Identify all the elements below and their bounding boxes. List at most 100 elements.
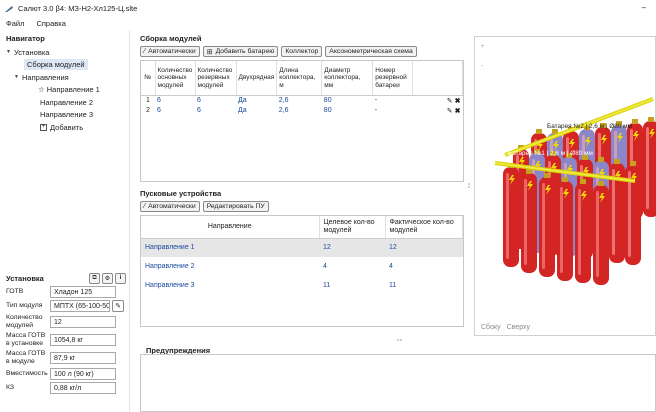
tree-item-directions[interactable]: ▼ Направления: [0, 71, 130, 84]
pencil-icon[interactable]: ✎: [447, 108, 453, 115]
cell[interactable]: -: [373, 95, 413, 106]
table-row[interactable]: 2 6 6 Да 2,6 80 - ✎ ✖: [141, 106, 463, 116]
add-icon: ⊞: [206, 48, 213, 56]
cell[interactable]: Да: [236, 95, 277, 106]
star-icon: ☆: [38, 85, 45, 95]
installation-properties: ГОТВ Хладон 125 Тип модуля МПТХ (65-100-…: [6, 286, 128, 396]
col-header-actions: [412, 61, 463, 96]
prop-row: Количество модулей 12: [6, 314, 128, 330]
gas-cylinder: [643, 117, 656, 217]
gas-cylinder: [557, 177, 573, 281]
collector-button[interactable]: Коллектор: [281, 46, 323, 57]
auto-assembly-button[interactable]: ⁄ Автоматически: [140, 46, 200, 57]
edit-launch-button[interactable]: Редактировать ПУ: [202, 201, 269, 212]
wand-icon: ⁄: [144, 203, 146, 210]
close-icon[interactable]: ✖: [455, 108, 461, 115]
cylinder-scene[interactable]: + - Батарея №2 | 2,6 м | Ø80 мм Батарея …: [475, 37, 656, 327]
minimize-button[interactable]: –: [642, 3, 646, 12]
navigator-title: Навигатор: [6, 34, 45, 43]
tree-item-installation[interactable]: ▼ Установка: [0, 46, 130, 59]
vertical-splitter[interactable]: [464, 30, 474, 330]
chevron-down-icon[interactable]: ▼: [6, 49, 14, 55]
cell: Направление 3: [145, 282, 195, 289]
menu-bar: Файл Справка: [0, 17, 656, 30]
window-title: Салют 3.0 β4: МЗ-Н2-Хл125-Ц.slte: [18, 4, 138, 13]
pencil-icon[interactable]: ✎: [447, 98, 453, 105]
cell: 1: [146, 97, 150, 104]
add-battery-button[interactable]: ⊞ Добавить батарею: [202, 46, 279, 57]
main-area: Сборка модулей ⁄ Автоматически ⊞ Добавить …: [140, 30, 464, 327]
chevron-down-icon[interactable]: ▼: [14, 74, 22, 80]
cell[interactable]: Да: [236, 106, 277, 116]
prop-value: 0,88 кг/л: [50, 382, 116, 394]
cell[interactable]: 2,6: [277, 106, 322, 116]
col-header: Двухрядная: [236, 61, 278, 96]
installation-header: Установка ⧉ ⚙ i: [6, 272, 126, 284]
cell[interactable]: 80: [322, 95, 373, 106]
cell[interactable]: 11: [319, 276, 385, 295]
gear-icon[interactable]: ⚙: [102, 272, 113, 284]
tree-item-direction-1[interactable]: ☆ Направление 1: [0, 84, 130, 97]
table-row[interactable]: 1 6 6 Да 2,6 80 - ✎ ✖: [141, 95, 463, 106]
assembly-toolbar: ⁄ Автоматически ⊞ Добавить батарею Коллект…: [140, 46, 464, 57]
view-side-button[interactable]: Сбоку: [481, 324, 501, 331]
prop-value: 1054,8 кг: [50, 334, 116, 346]
gas-cylinder: [593, 181, 609, 285]
prop-label: Масса ГОТВ в модуле: [6, 350, 46, 365]
3d-viewer[interactable]: + - Батарея №2 | 2,6 м | Ø80 мм Батарея …: [474, 36, 656, 336]
cylinder-group: [503, 117, 656, 285]
table-row[interactable]: Направление 2 4 4: [141, 257, 463, 276]
cell[interactable]: 80: [322, 106, 373, 116]
cell[interactable]: 6: [195, 106, 236, 116]
row-actions: ✎ ✖: [413, 95, 463, 106]
launch-toolbar: ⁄ Автоматически Редактировать ПУ: [140, 201, 464, 212]
cell[interactable]: 4: [319, 257, 385, 276]
axonometric-button[interactable]: Аксонометрическая схема: [325, 46, 417, 57]
tree-item-direction-3[interactable]: Направление 3: [0, 109, 130, 122]
table-row[interactable]: Направление 3 11 11: [141, 276, 463, 295]
cell[interactable]: -: [373, 106, 413, 116]
button-label: Редактировать ПУ: [206, 203, 265, 210]
table-header-row: Направление Целевое кол-во модулей Факти…: [141, 216, 463, 239]
info-icon[interactable]: i: [115, 272, 126, 284]
col-header: Диаметр коллектора, мм: [321, 61, 374, 96]
close-icon[interactable]: ✖: [455, 98, 461, 105]
prop-value: 100 л (90 кг): [50, 368, 116, 380]
prop-row: ГОТВ Хладон 125: [6, 286, 128, 298]
prop-row: Вместимость 100 л (90 кг): [6, 368, 128, 380]
gas-cylinder: [539, 173, 555, 277]
tree-label: Установка: [14, 47, 50, 57]
app-logo-icon: [5, 5, 13, 12]
launch-table-panel: Направление Целевое кол-во модулей Факти…: [140, 215, 464, 327]
auto-launch-button[interactable]: ⁄ Автоматически: [140, 201, 200, 212]
col-header: Направление: [141, 216, 320, 239]
cell[interactable]: 2,6: [277, 95, 322, 106]
row-actions: ✎ ✖: [413, 106, 463, 116]
cell[interactable]: 6: [155, 95, 195, 106]
menu-help[interactable]: Справка: [30, 19, 71, 28]
svg-text:+: +: [481, 44, 485, 50]
button-label: Автоматически: [148, 48, 196, 55]
table-header-row: № Количество основных модулей Количество…: [141, 61, 463, 96]
col-header: Фактическое кол-во модулей: [385, 216, 463, 239]
pencil-icon[interactable]: ✎: [112, 300, 124, 312]
warnings-list: [140, 354, 656, 412]
table-row[interactable]: Направление 1 12 12: [141, 238, 463, 257]
cell[interactable]: 6: [195, 95, 236, 106]
gas-cylinder: [575, 179, 591, 283]
installation-title: Установка: [6, 273, 44, 283]
launch-table: Направление Целевое кол-во модулей Факти…: [141, 216, 463, 295]
cell[interactable]: 12: [319, 238, 385, 257]
cell[interactable]: 6: [155, 106, 195, 116]
tree-item-direction-2[interactable]: Направление 2: [0, 96, 130, 109]
tree-label: Сборка модулей: [24, 59, 88, 71]
wand-icon: ⁄: [144, 48, 146, 55]
tree-item-add[interactable]: + Добавить: [0, 121, 130, 134]
horizontal-splitter-icon[interactable]: [140, 336, 656, 344]
gas-cylinder: [609, 159, 625, 263]
copy-icon[interactable]: ⧉: [89, 272, 100, 284]
view-top-button[interactable]: Сверху: [507, 324, 530, 331]
tree-label: Направление 3: [40, 110, 94, 120]
menu-file[interactable]: Файл: [0, 19, 30, 28]
tree-item-assembly[interactable]: Сборка модулей: [0, 59, 130, 72]
